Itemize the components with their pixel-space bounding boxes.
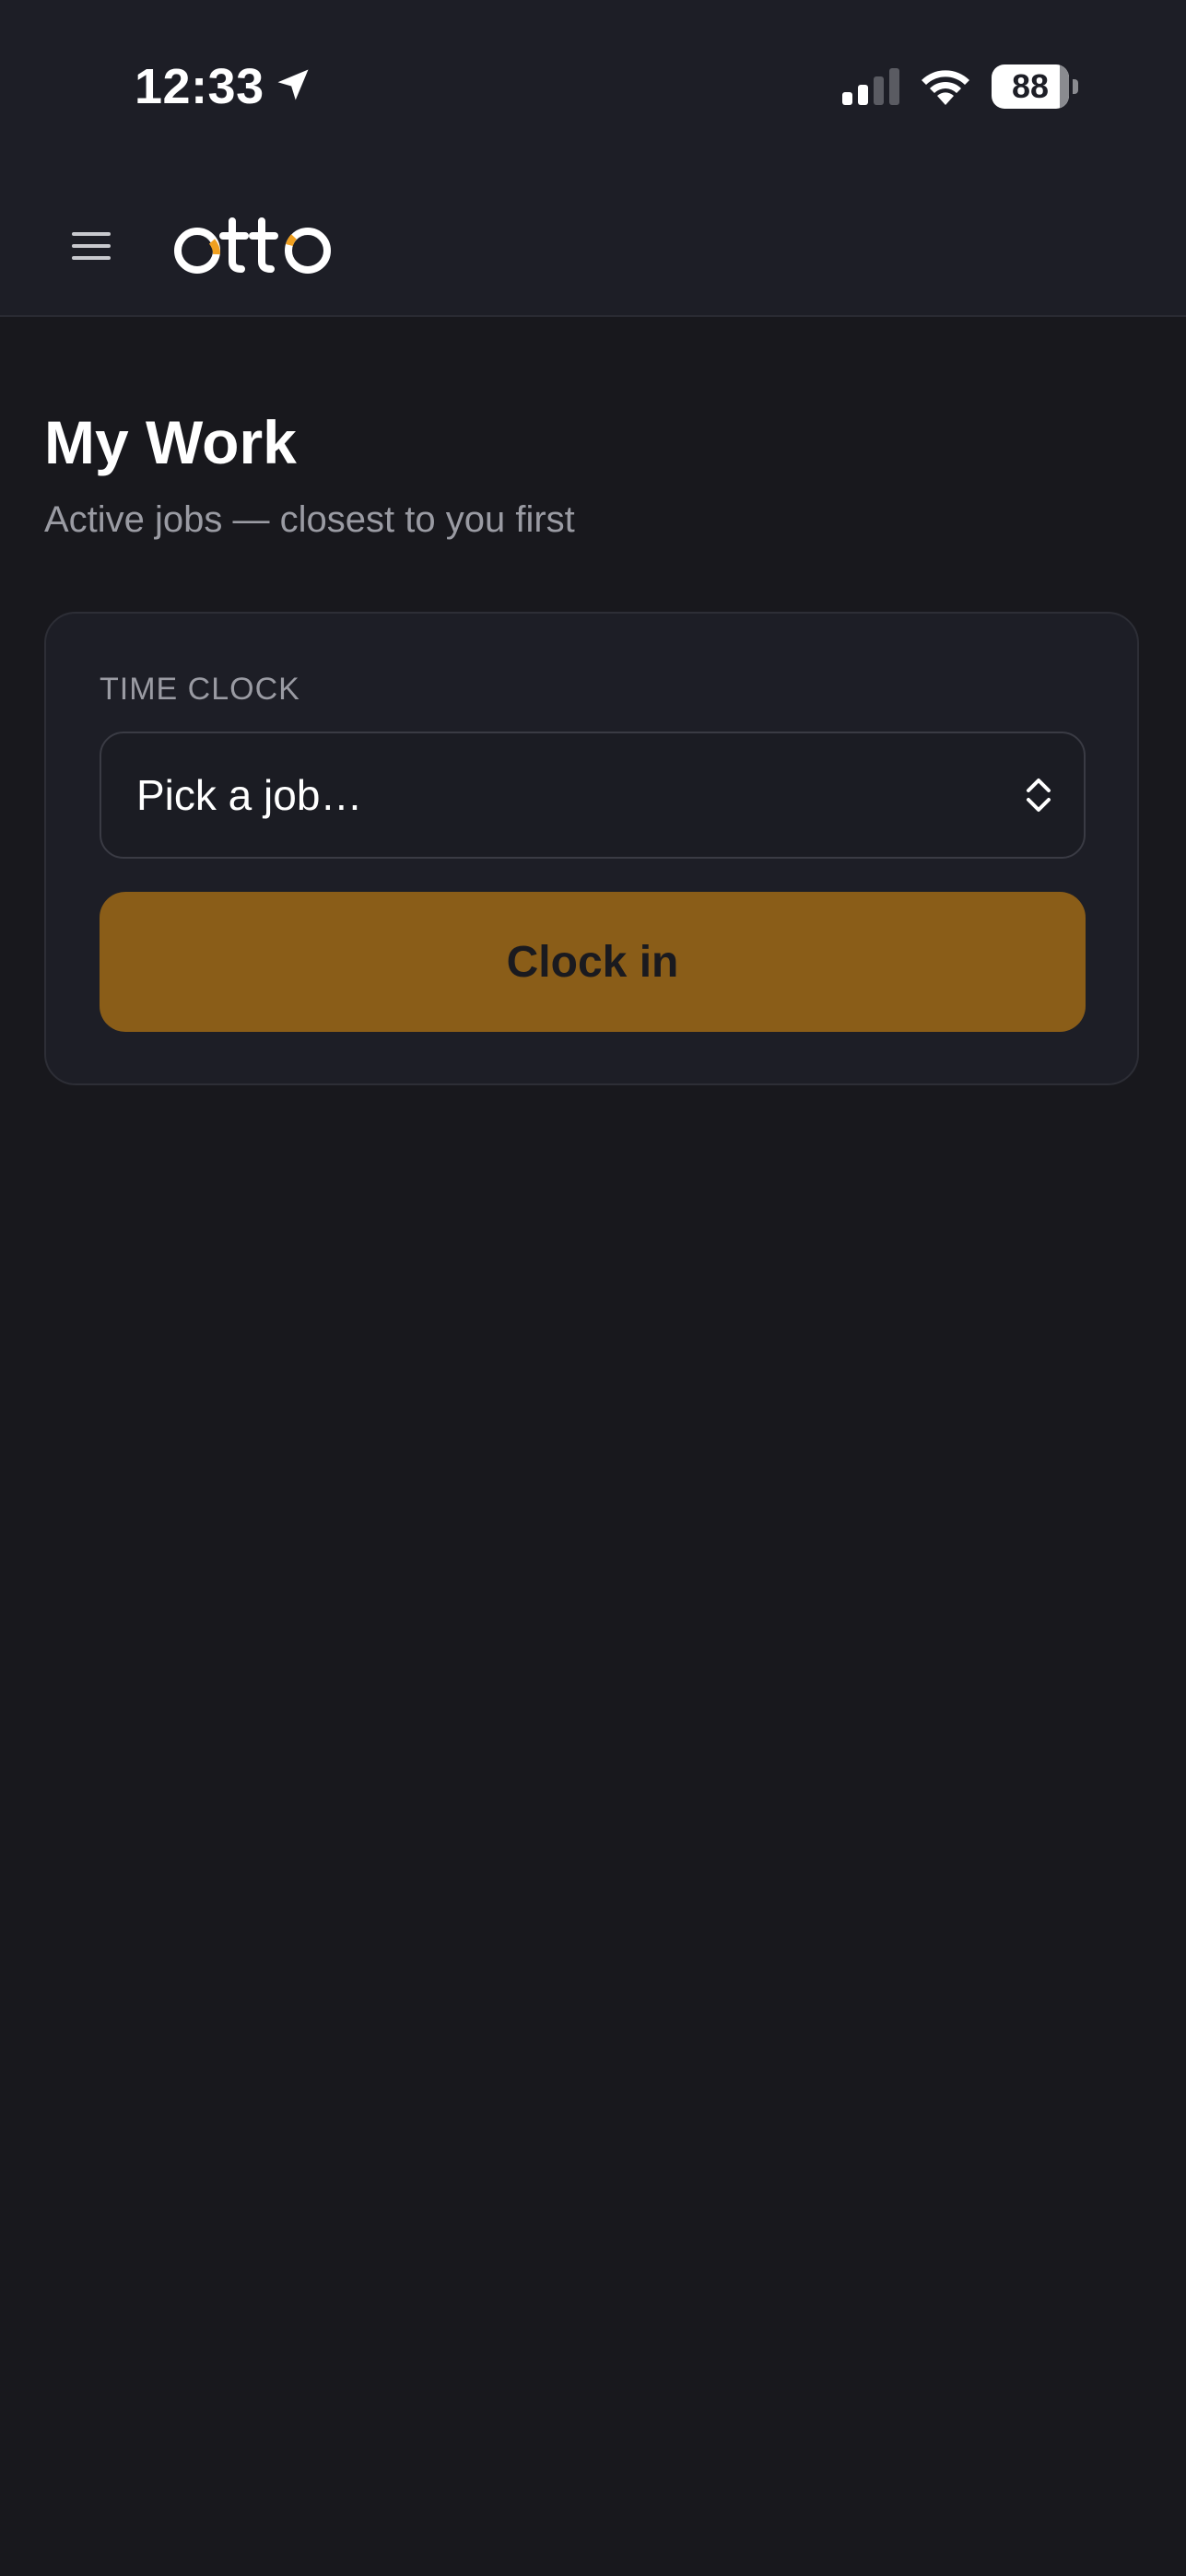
time-clock-card: TIME CLOCK Pick a job… Clock in	[44, 612, 1139, 1085]
battery-level: 88	[1011, 67, 1050, 105]
otto-logo[interactable]	[171, 208, 337, 282]
status-time: 12:33	[135, 59, 264, 114]
battery-body: 88	[992, 64, 1069, 109]
location-arrow-icon	[277, 69, 309, 100]
wifi-icon	[922, 70, 969, 105]
select-chevron-icon	[1027, 779, 1051, 812]
clock-in-button[interactable]: Clock in	[100, 892, 1086, 1032]
hamburger-menu-icon[interactable]	[65, 219, 118, 273]
status-bar: 12:33 88	[0, 0, 1186, 173]
time-clock-label: TIME CLOCK	[100, 672, 300, 707]
page-subtitle: Active jobs — closest to you first	[44, 499, 575, 540]
battery-icon: 88	[992, 64, 1078, 109]
app-bar	[0, 173, 1186, 317]
job-select-value: Pick a job…	[136, 771, 363, 819]
job-select[interactable]: Pick a job…	[100, 732, 1086, 859]
cellular-signal-icon	[842, 68, 899, 105]
battery-nub	[1073, 79, 1078, 94]
page-title: My Work	[44, 408, 297, 476]
